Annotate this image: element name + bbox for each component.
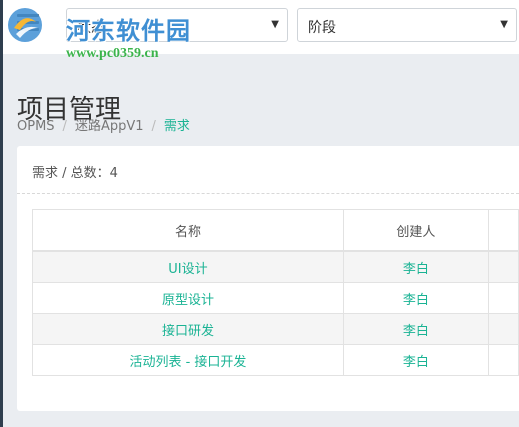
breadcrumb-item-project[interactable]: 迷路AppV1 [75,119,144,134]
table-row: UI设计 李白 [32,250,519,283]
table-cell-extra [487,344,519,376]
chevron-down-icon: ▼ [271,19,279,30]
column-header-extra [487,209,519,252]
table-row: 接口研发 李白 [32,313,519,345]
status-select-value: 状态 [77,20,105,36]
requirement-name-link[interactable]: 原型设计 [162,293,214,308]
table-header-row: 名称 创建人 [32,209,519,252]
requirement-name-link[interactable]: 活动列表 - 接口开发 [129,355,246,370]
table-cell-extra [487,282,519,314]
sidebar-edge [0,0,3,427]
stage-select-value: 阶段 [308,20,336,36]
table-cell-extra [487,250,519,283]
requirements-panel: 需求 / 总数：4 名称 创建人 UI设计 李白 原型设计 李白 接口研发 李白… [17,146,519,411]
table-cell-extra [487,313,519,345]
requirement-name-link[interactable]: UI设计 [168,262,207,277]
breadcrumb-separator: / [151,119,156,134]
chevron-down-icon: ▼ [500,19,508,30]
panel-header: 需求 / 总数：4 [32,166,118,181]
creator-link[interactable]: 李白 [403,293,429,308]
creator-link[interactable]: 李白 [403,355,429,370]
column-header-creator[interactable]: 创建人 [342,209,489,252]
menu-toggle-icon[interactable] [17,14,39,38]
breadcrumb-item-opms[interactable]: OPMS [17,119,55,134]
stage-select[interactable]: 阶段 ▼ [297,8,517,42]
table-row: 活动列表 - 接口开发 李白 [32,344,519,376]
panel-divider [17,193,519,194]
top-navbar: 状态 ▼ 阶段 ▼ [3,0,519,54]
requirements-table: 名称 创建人 UI设计 李白 原型设计 李白 接口研发 李白 活动列表 - 接口… [32,209,519,376]
breadcrumb-item-current: 需求 [163,119,190,134]
status-select[interactable]: 状态 ▼ [66,8,288,42]
creator-link[interactable]: 李白 [403,262,429,277]
requirement-name-link[interactable]: 接口研发 [162,324,214,339]
breadcrumb: OPMS / 迷路AppV1 / 需求 [17,115,190,134]
column-header-name[interactable]: 名称 [32,209,344,252]
creator-link[interactable]: 李白 [403,324,429,339]
table-row: 原型设计 李白 [32,282,519,314]
breadcrumb-separator: / [62,119,67,134]
